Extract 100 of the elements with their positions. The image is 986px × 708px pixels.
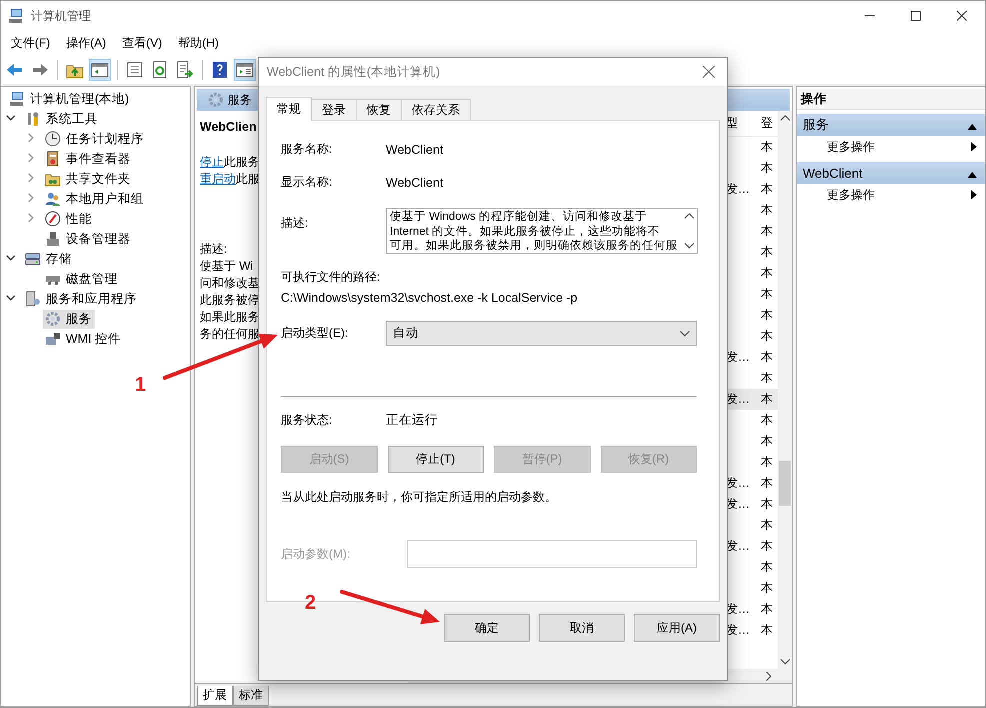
properties-icon [126, 61, 144, 79]
clock-icon [45, 131, 61, 147]
tree-item[interactable]: 计算机管理(本地) [7, 90, 132, 108]
table-cell-text: 本 [761, 496, 774, 513]
table-cell-text: 本 [761, 559, 774, 576]
menu-item[interactable]: 查看(V) [115, 33, 170, 54]
users-icon [45, 191, 61, 207]
gauge-icon [45, 211, 61, 227]
field-label: 服务名称: [281, 141, 334, 158]
field-label: 显示名称: [281, 174, 334, 191]
storage-icon [25, 251, 41, 267]
menu-item[interactable]: 操作(A) [59, 33, 114, 54]
table-cell-text: 本 [761, 601, 774, 618]
table-cell-text: 本 [761, 370, 774, 387]
annotation-number: 2 [305, 592, 316, 614]
startup-type-dropdown[interactable]: 自动 [386, 321, 697, 346]
scrollbar-thumb[interactable] [779, 461, 791, 506]
field-value: WebClient [386, 176, 444, 190]
gear-icon [208, 92, 224, 108]
tools-icon [25, 111, 41, 127]
scroll-down-icon[interactable] [780, 659, 790, 665]
view-tab[interactable]: 标准 [233, 686, 269, 706]
collapse-icon [968, 172, 977, 178]
pane-title: 服务 [228, 92, 252, 108]
tree-item[interactable]: 任务计划程序 [43, 130, 147, 148]
collapse-icon [968, 124, 977, 130]
tab[interactable]: 常规 [266, 97, 312, 121]
action-link[interactable]: 重启动 [200, 172, 236, 186]
field-value: 正在运行 [386, 412, 439, 429]
help-icon [211, 61, 229, 79]
column-header[interactable]: 登 [761, 115, 775, 132]
tree-item[interactable]: 系统工具 [23, 110, 101, 128]
service-control-button[interactable]: 停止(T) [388, 446, 484, 473]
table-cell-text: 本 [761, 265, 774, 282]
menu-item[interactable]: 帮助(H) [171, 33, 226, 54]
description-field[interactable]: 使基于 Windows 的程序能创建、访问和修改基于 Internet 的文件。如果此服务被停止，这些功能将不 可用。如果此服务被禁用，则明确依赖该服务的任何服 [386, 208, 698, 254]
close-icon [703, 66, 715, 78]
scroll-up-icon[interactable] [684, 213, 694, 219]
tree-item[interactable]: 存储 [23, 250, 75, 268]
table-cell-text: 本 [761, 538, 774, 555]
forward-arrow-icon [31, 61, 49, 79]
refresh-icon [151, 61, 169, 79]
toolbar-button[interactable] [234, 59, 256, 81]
close-icon [957, 11, 967, 21]
wmi-icon [45, 331, 61, 347]
table-cell-text: 本 [761, 475, 774, 492]
console-tree-icon [91, 61, 109, 79]
tree-item[interactable]: 本地用户和组 [43, 190, 147, 208]
tree-item[interactable]: 服务和应用程序 [23, 290, 140, 308]
field-value: WebClient [386, 142, 444, 156]
tree-item[interactable]: 事件查看器 [43, 150, 134, 168]
tree-item[interactable]: 磁盘管理 [43, 270, 121, 288]
toolbar-button[interactable] [89, 59, 111, 81]
view-tab[interactable]: 扩展 [197, 686, 233, 706]
computer-icon [8, 8, 24, 24]
event-log-icon [45, 151, 61, 167]
table-cell-text: 本 [761, 580, 774, 597]
table-cell-text: 本 [761, 391, 774, 408]
scroll-up-icon[interactable] [780, 115, 790, 121]
hint-text: 当从此处启动服务时，你可指定所适用的启动参数。 [281, 489, 558, 506]
tree-item[interactable]: WMI 控件 [43, 330, 124, 348]
description-label: 描述: [200, 241, 228, 258]
dropdown-caret-icon [680, 330, 690, 336]
table-cell-text: 本 [761, 433, 774, 450]
actions-title: 操作 [797, 89, 985, 110]
tree-item[interactable]: 性能 [43, 210, 95, 228]
action-item[interactable]: 更多操作 [797, 136, 985, 158]
section-header[interactable]: 服务 [797, 114, 985, 136]
action-pane-icon [236, 61, 254, 79]
dialog-button[interactable]: 应用(A) [634, 614, 720, 642]
path-value: C:\Windows\system32\svchost.exe -k LocalService -p [281, 291, 579, 305]
table-cell-text: 本 [761, 349, 774, 366]
scroll-right-icon[interactable] [766, 672, 772, 680]
gear-icon [45, 311, 61, 327]
dialog-button[interactable]: 确定 [444, 614, 530, 642]
table-cell-text: 本 [761, 181, 774, 198]
tree-item[interactable]: 设备管理器 [43, 230, 134, 248]
action-item[interactable]: 更多操作 [797, 184, 985, 206]
window-title: 计算机管理 [31, 8, 91, 24]
action-link[interactable]: 停止 [200, 155, 224, 169]
export-list-icon [176, 61, 194, 79]
field-label: 可执行文件的路径: [281, 269, 382, 286]
dialog-title: WebClient 的属性(本地计算机) [267, 64, 440, 80]
action-text: 停止此服务 [200, 154, 260, 171]
section-title: WebClient [803, 166, 863, 180]
dialog-button[interactable]: 取消 [539, 614, 625, 642]
annotation-number: 1 [135, 374, 146, 396]
tab[interactable]: 依存关系 [401, 99, 471, 120]
description-line: 如果此服务 [200, 309, 260, 326]
vertical-scrollbar[interactable] [778, 111, 792, 669]
menu-item[interactable]: 文件(F) [4, 33, 58, 54]
device-icon [45, 231, 61, 247]
table-cell-text: 本 [761, 160, 774, 177]
field-label: 描述: [281, 215, 310, 232]
field-label: 服务状态: [281, 412, 334, 429]
section-header[interactable]: WebClient [797, 162, 985, 184]
scroll-down-icon[interactable] [684, 243, 694, 249]
tree-item[interactable]: 服务 [43, 310, 95, 328]
tree-item[interactable]: 共享文件夹 [43, 170, 134, 188]
service-heading: WebClien [200, 119, 257, 136]
